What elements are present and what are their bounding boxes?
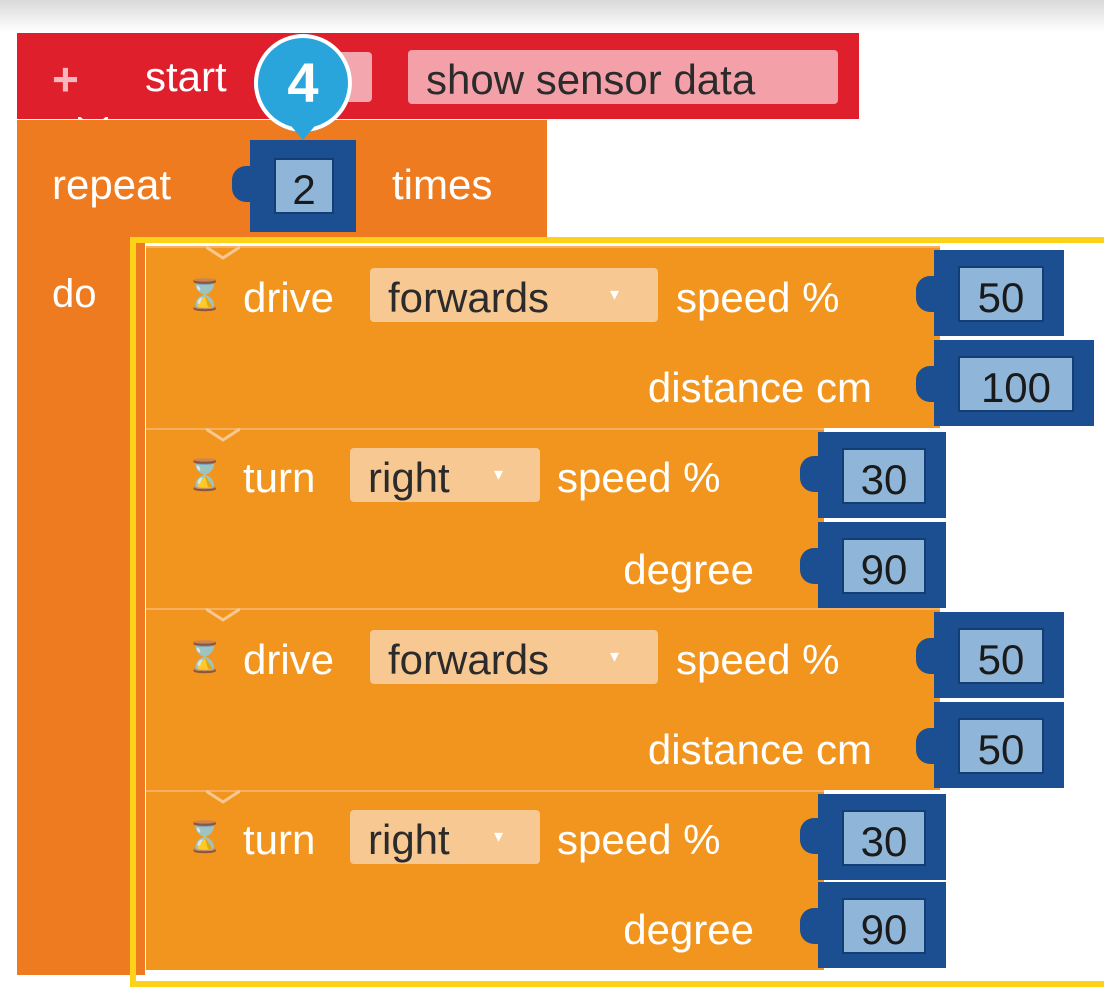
step-number: 4 <box>287 51 319 114</box>
do-label: do <box>52 272 97 316</box>
selection-highlight <box>130 237 1104 987</box>
times-label: times <box>392 161 493 208</box>
show-sensor-data-label: show sensor data <box>426 56 756 103</box>
add-icon[interactable]: + <box>52 56 79 102</box>
step-badge-pointer <box>286 120 320 140</box>
start-label: start <box>145 53 227 100</box>
top-shade <box>0 0 1104 32</box>
repeat-label: repeat <box>52 161 172 208</box>
step-badge: 4 <box>254 34 352 132</box>
show-sensor-data-field[interactable]: show sensor data <box>408 50 838 104</box>
repeat-count-value[interactable]: 2 <box>276 166 332 214</box>
repeat-count-socket[interactable]: 2 <box>250 140 356 232</box>
repeat-block-arm <box>17 238 145 975</box>
